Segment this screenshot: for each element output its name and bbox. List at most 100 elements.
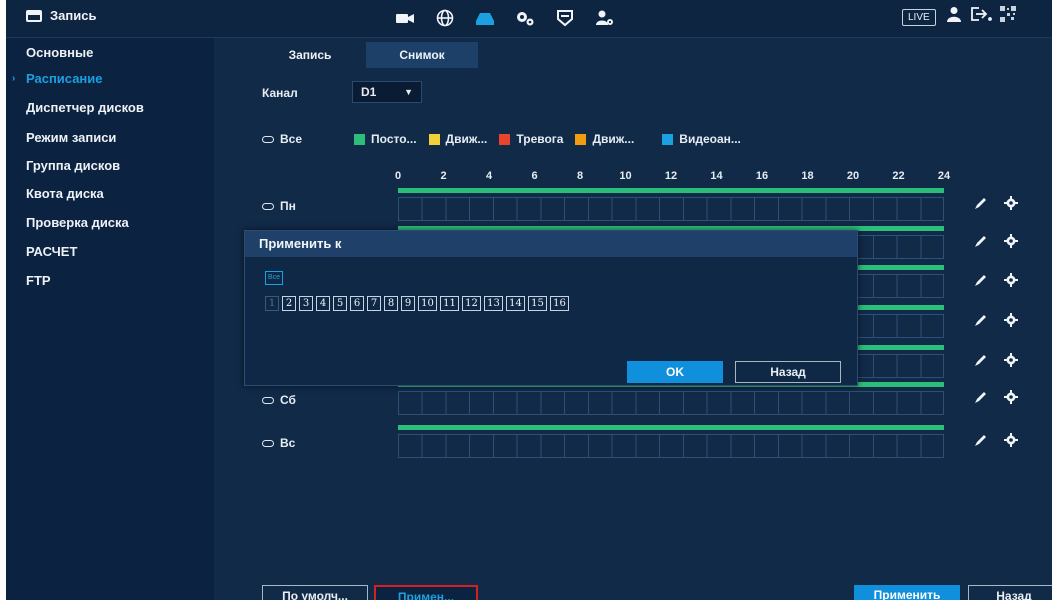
sidebar-item-disk-check[interactable]: Проверка диска bbox=[6, 210, 214, 236]
channel-checkbox[interactable]: 7 bbox=[367, 296, 381, 311]
toggle-icon bbox=[262, 135, 274, 143]
channel-label: Канал bbox=[262, 86, 298, 100]
channel-checkbox[interactable]: 10 bbox=[418, 296, 437, 311]
edit-icon[interactable] bbox=[974, 196, 988, 210]
logout-icon[interactable] bbox=[970, 6, 992, 22]
timeline-monday[interactable] bbox=[398, 188, 944, 224]
row-tools bbox=[974, 234, 1018, 248]
security-icon[interactable] bbox=[552, 6, 578, 30]
channel-checkbox[interactable]: 1 bbox=[265, 296, 279, 311]
time-tick-label: 2 bbox=[440, 170, 447, 182]
sidebar-item-general[interactable]: Основные bbox=[6, 40, 214, 66]
channel-checkbox[interactable]: 9 bbox=[401, 296, 415, 311]
legend-item-motion-alarm[interactable]: Движ... bbox=[575, 132, 634, 146]
default-button[interactable]: По умолч... bbox=[262, 585, 368, 600]
legend-item-alarm[interactable]: Тревога bbox=[499, 132, 563, 146]
channel-checkbox[interactable]: 5 bbox=[333, 296, 347, 311]
gear-icon[interactable] bbox=[1004, 196, 1018, 210]
day-row-monday: Пн bbox=[262, 188, 1052, 224]
edit-icon[interactable] bbox=[974, 234, 988, 248]
time-tick-label: 16 bbox=[755, 170, 769, 182]
gear-icon[interactable] bbox=[1004, 433, 1018, 447]
select-all-days[interactable]: Все bbox=[262, 132, 302, 146]
channel-checkbox[interactable]: 8 bbox=[384, 296, 398, 311]
channel-checkbox[interactable]: 16 bbox=[550, 296, 569, 311]
row-tools bbox=[974, 313, 1018, 327]
day-row-saturday: Сб bbox=[262, 382, 1052, 418]
legend-swatch bbox=[662, 133, 674, 145]
edit-icon[interactable] bbox=[974, 433, 988, 447]
sidebar-item-label: Режим записи bbox=[26, 130, 117, 145]
time-tick-label: 4 bbox=[485, 170, 493, 182]
channel-checkbox[interactable]: 2 bbox=[282, 296, 296, 311]
gear-icon[interactable] bbox=[1004, 273, 1018, 287]
account-icon[interactable] bbox=[592, 6, 618, 30]
gear-icon[interactable] bbox=[1004, 390, 1018, 404]
tab-record[interactable]: Запись bbox=[254, 42, 366, 68]
copy-to-button[interactable]: Примен... bbox=[374, 585, 478, 600]
sidebar-item-disk-group[interactable]: Группа дисков bbox=[6, 153, 214, 179]
sidebar-item-schedule[interactable]: › Расписание bbox=[6, 66, 214, 92]
channel-checkbox[interactable]: 15 bbox=[528, 296, 547, 311]
day-label: Пн bbox=[280, 199, 296, 213]
apply-button[interactable]: Применить bbox=[854, 585, 960, 600]
legend-item-regular[interactable]: Посто... bbox=[354, 132, 417, 146]
edit-icon[interactable] bbox=[974, 313, 988, 327]
all-channels-checkbox[interactable]: Все bbox=[265, 271, 283, 285]
legend-swatch bbox=[575, 133, 587, 145]
system-settings-icon[interactable] bbox=[512, 6, 538, 30]
channel-select[interactable]: D1 ▼ bbox=[352, 81, 422, 103]
legend-item-motion[interactable]: Движ... bbox=[428, 132, 487, 146]
chevron-right-icon: › bbox=[12, 73, 16, 84]
day-toggle-sunday[interactable]: Вс bbox=[262, 425, 295, 461]
back-button[interactable]: Назад bbox=[968, 585, 1052, 600]
storage-icon bbox=[26, 9, 42, 22]
legend-label: Тревога bbox=[516, 132, 564, 146]
channel-checkbox[interactable]: 4 bbox=[316, 296, 330, 311]
legend-item-video-analytics[interactable]: Видеоан... bbox=[662, 132, 741, 146]
channel-checkbox[interactable]: 11 bbox=[440, 296, 459, 311]
row-tools bbox=[974, 390, 1018, 404]
timeline-saturday[interactable] bbox=[398, 382, 944, 418]
timeline-sunday[interactable] bbox=[398, 425, 944, 461]
edit-icon[interactable] bbox=[974, 390, 988, 404]
toggle-icon bbox=[262, 202, 274, 210]
schedule-bar bbox=[398, 188, 944, 193]
network-icon[interactable] bbox=[432, 6, 458, 30]
live-button[interactable]: LIVE bbox=[902, 9, 936, 26]
qr-code-icon[interactable] bbox=[1000, 6, 1016, 22]
tab-snapshot[interactable]: Снимок bbox=[366, 42, 478, 68]
time-tick-label: 8 bbox=[576, 170, 584, 182]
time-tick-label: 24 bbox=[937, 170, 951, 182]
legend-label: Движ... bbox=[592, 132, 635, 146]
channel-checkbox[interactable]: 6 bbox=[350, 296, 364, 311]
edit-icon[interactable] bbox=[974, 273, 988, 287]
ok-button[interactable]: OK bbox=[627, 361, 723, 383]
time-tick-label: 18 bbox=[801, 170, 814, 182]
channel-value: D1 bbox=[361, 85, 377, 99]
sidebar-item-calculation[interactable]: РАСЧЕТ bbox=[6, 239, 214, 265]
channel-checkbox[interactable]: 12 bbox=[462, 296, 481, 311]
sidebar-item-disk-quota[interactable]: Квота диска bbox=[6, 181, 214, 207]
channel-checkbox[interactable]: 14 bbox=[506, 296, 525, 311]
gear-icon[interactable] bbox=[1004, 234, 1018, 248]
storage-icon[interactable] bbox=[472, 6, 498, 30]
user-icon[interactable] bbox=[946, 6, 962, 22]
gear-icon[interactable] bbox=[1004, 353, 1018, 367]
sidebar-item-disk-manager[interactable]: Диспетчер дисков bbox=[6, 95, 214, 121]
gear-icon[interactable] bbox=[1004, 313, 1018, 327]
sidebar-item-ftp[interactable]: FTP bbox=[6, 268, 214, 294]
channel-checkbox[interactable]: 13 bbox=[484, 296, 503, 311]
dialog-back-button[interactable]: Назад bbox=[735, 361, 841, 383]
day-toggle-monday[interactable]: Пн bbox=[262, 188, 296, 224]
time-tick-label: 20 bbox=[846, 170, 860, 182]
time-axis: 0 2 4 6 8 10 12 14 16 18 20 22 24 bbox=[395, 170, 958, 186]
legend-swatch bbox=[428, 133, 440, 145]
day-toggle-saturday[interactable]: Сб bbox=[262, 382, 296, 418]
channel-checkbox[interactable]: 3 bbox=[299, 296, 313, 311]
sidebar-item-record-mode[interactable]: Режим записи bbox=[6, 125, 214, 151]
camera-icon[interactable] bbox=[392, 6, 418, 30]
edit-icon[interactable] bbox=[974, 353, 988, 367]
tab-bar: Запись Снимок bbox=[254, 42, 478, 68]
time-tick-label: 14 bbox=[710, 170, 723, 182]
